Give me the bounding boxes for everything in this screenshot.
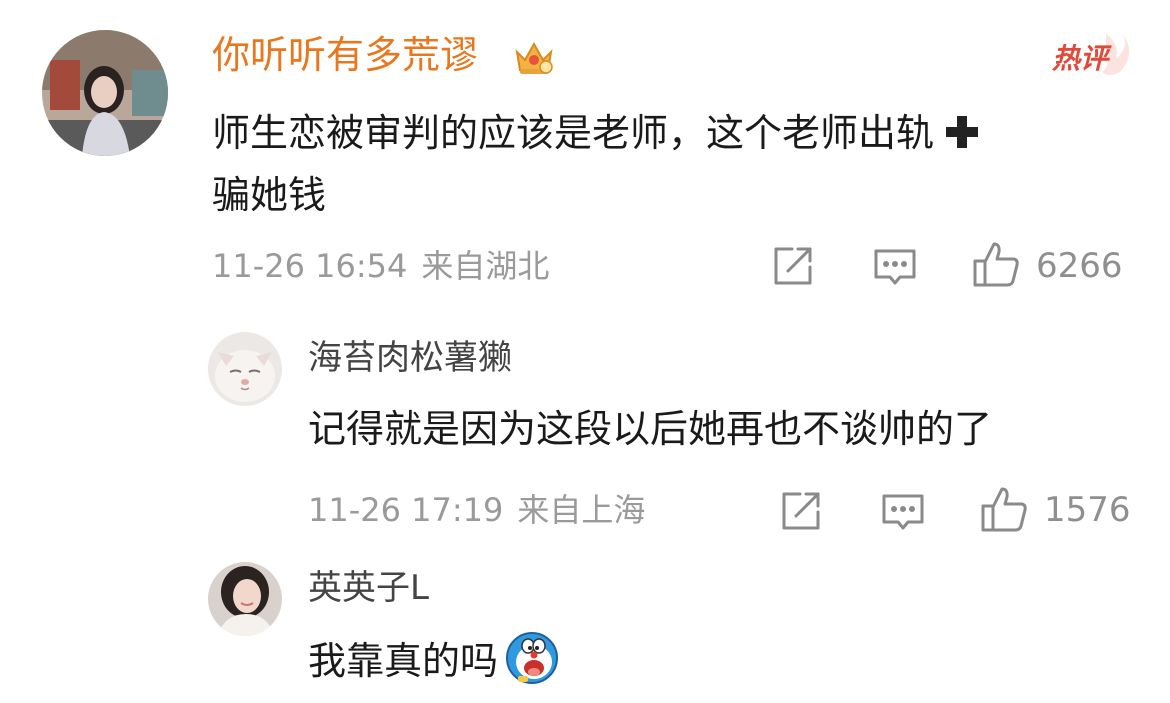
like-count-reply-1: 1576 bbox=[1044, 490, 1131, 530]
crown-icon bbox=[513, 36, 555, 78]
username-main[interactable]: 你听听有多荒谬 bbox=[212, 30, 478, 80]
like-icon[interactable] bbox=[972, 240, 1020, 288]
username-reply-1[interactable]: 海苔肉松薯獭 bbox=[308, 336, 512, 380]
like-count-main: 6266 bbox=[1036, 246, 1123, 286]
reply-icon[interactable] bbox=[872, 245, 918, 291]
comment-text-reply-1: 记得就是因为这段以后她再也不谈帅的了 bbox=[308, 407, 993, 451]
avatar-main[interactable] bbox=[42, 30, 168, 156]
hot-comment-badge: 热评 bbox=[1050, 28, 1130, 82]
avatar-reply-2[interactable] bbox=[208, 562, 282, 636]
comment-text-line2: 骗她钱 bbox=[212, 173, 327, 217]
comment-meta-main: 11-26 16:54 来自湖北 bbox=[212, 246, 549, 286]
like-icon[interactable] bbox=[980, 485, 1028, 533]
doraemon-emoji-icon bbox=[504, 630, 560, 686]
reply-1-time: 11-26 17:19 bbox=[308, 491, 504, 529]
reply-icon[interactable] bbox=[880, 490, 926, 536]
username-reply-2[interactable]: 英英子L bbox=[308, 566, 429, 610]
comment-text-line1: 师生恋被审判的应该是老师，这个老师出轨 bbox=[212, 111, 935, 155]
comment-time: 11-26 16:54 bbox=[212, 247, 408, 285]
reply-2-text: 我靠真的吗 bbox=[308, 639, 499, 683]
comment-location: 来自湖北 bbox=[421, 247, 550, 285]
comment-text-reply-2: 我靠真的吗 bbox=[308, 630, 560, 686]
hot-badge-label: 热评 bbox=[1051, 42, 1112, 75]
reply-1-location: 来自上海 bbox=[517, 491, 646, 529]
comment-text-main: 师生恋被审判的应该是老师，这个老师出轨 骗她钱 bbox=[212, 102, 1112, 226]
share-icon[interactable] bbox=[778, 488, 824, 534]
plus-icon bbox=[944, 106, 980, 148]
share-icon[interactable] bbox=[770, 243, 816, 289]
avatar-reply-1[interactable] bbox=[208, 332, 282, 406]
comment-meta-reply-1: 11-26 17:19 来自上海 bbox=[308, 490, 645, 530]
